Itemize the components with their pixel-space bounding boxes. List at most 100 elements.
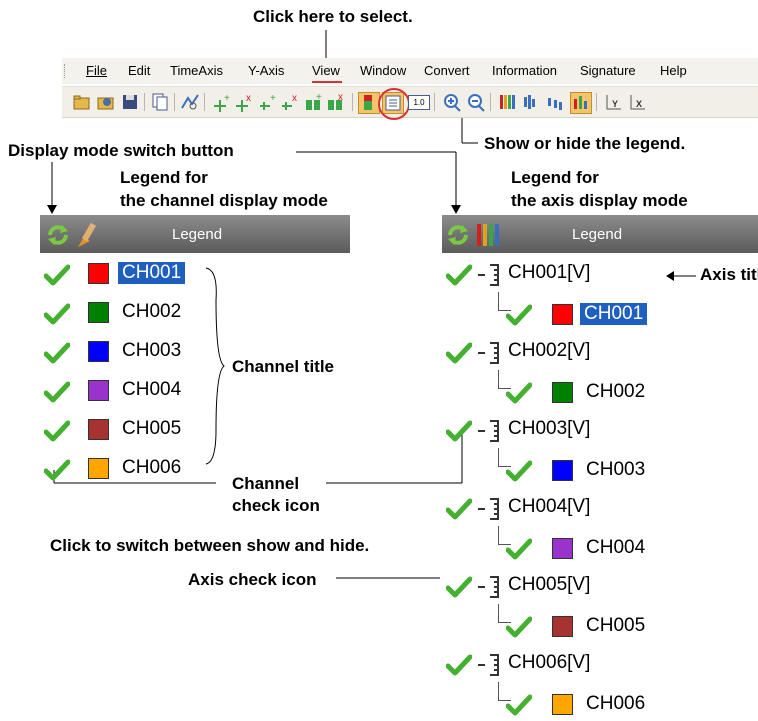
- channel-color-swatch[interactable]: [552, 616, 573, 637]
- channel-color-swatch[interactable]: [88, 263, 109, 284]
- axis-check-icon[interactable]: [445, 654, 473, 676]
- channel-color-swatch[interactable]: [552, 538, 573, 559]
- menu-signature[interactable]: Signature: [580, 63, 636, 78]
- open-folder-icon[interactable]: [72, 92, 92, 112]
- channel-label[interactable]: CH004: [122, 379, 181, 401]
- channel-check-icon[interactable]: [505, 616, 533, 638]
- bars-toggle-icon[interactable]: [570, 92, 592, 114]
- channel-check-icon[interactable]: [43, 264, 71, 286]
- channel-color-swatch[interactable]: [88, 380, 109, 401]
- callout-show-hide-legend: Show or hide the legend.: [484, 134, 686, 153]
- axis-title-label[interactable]: CH004[V]: [508, 496, 590, 518]
- svg-text:x: x: [246, 93, 251, 104]
- menu-window[interactable]: Window: [360, 63, 406, 78]
- delete-region-icon[interactable]: x: [326, 92, 346, 112]
- axis-icon: [476, 340, 506, 364]
- scale-value-label: 1.0: [408, 95, 430, 110]
- channel-check-icon[interactable]: [43, 459, 71, 481]
- channel-label[interactable]: CH003: [122, 340, 181, 362]
- axis-title-label[interactable]: CH006[V]: [508, 652, 590, 674]
- add-cursor-icon[interactable]: +: [212, 92, 232, 112]
- scale-value-icon[interactable]: 1.0: [408, 92, 430, 112]
- menu-help[interactable]: Help: [660, 63, 687, 78]
- channel-check-icon[interactable]: [43, 381, 71, 403]
- axis-bars-icon[interactable]: [474, 221, 500, 249]
- bars-icon[interactable]: [498, 92, 518, 112]
- add-region-icon[interactable]: +: [304, 92, 324, 112]
- menu-y-axis[interactable]: Y-Axis: [248, 63, 284, 78]
- axis-check-icon[interactable]: [445, 264, 473, 286]
- svg-text:+: +: [270, 93, 276, 104]
- legend-axis-header: Legend: [442, 215, 758, 253]
- axis-icon: [476, 496, 506, 520]
- channel-label[interactable]: CH006: [122, 457, 181, 479]
- axis-title-label[interactable]: CH002[V]: [508, 340, 590, 362]
- bars-alt-icon[interactable]: [522, 92, 542, 112]
- menu-bar: File Edit TimeAxis Y-Axis View Window Co…: [62, 58, 758, 84]
- axis-check-icon[interactable]: [445, 498, 473, 520]
- display-mode-switch-icon[interactable]: [446, 223, 470, 247]
- callout-legend-channel-line1: Legend for: [120, 168, 208, 187]
- x-axis-icon[interactable]: X: [628, 92, 648, 112]
- display-mode-switch-icon[interactable]: [46, 223, 70, 247]
- zoom-out-icon[interactable]: [466, 92, 486, 112]
- channel-color-swatch[interactable]: [552, 304, 573, 325]
- menu-timeaxis[interactable]: TimeAxis: [170, 63, 223, 78]
- delete-marker-icon[interactable]: x: [280, 92, 300, 112]
- channel-check-icon[interactable]: [505, 382, 533, 404]
- channel-label[interactable]: CH001: [578, 302, 649, 326]
- menu-information[interactable]: Information: [492, 63, 557, 78]
- channel-color-swatch[interactable]: [552, 382, 573, 403]
- channel-label[interactable]: CH004: [586, 537, 645, 559]
- channel-color-swatch[interactable]: [552, 694, 573, 715]
- toolbar-separator: [596, 93, 597, 111]
- brush-icon[interactable]: [74, 221, 100, 249]
- channel-label[interactable]: CH005: [586, 615, 645, 637]
- channel-label[interactable]: CH003: [586, 459, 645, 481]
- channel-color-swatch[interactable]: [88, 419, 109, 440]
- channel-check-icon[interactable]: [43, 420, 71, 442]
- find-icon[interactable]: [96, 92, 116, 112]
- add-marker-icon[interactable]: +: [258, 92, 278, 112]
- channel-color-swatch[interactable]: [552, 460, 573, 481]
- axis-check-icon[interactable]: [445, 342, 473, 364]
- channel-label[interactable]: CH002: [586, 381, 645, 403]
- y-axis-icon[interactable]: Y: [604, 92, 624, 112]
- channel-check-icon[interactable]: [43, 303, 71, 325]
- axis-title-label[interactable]: CH003[V]: [508, 418, 590, 440]
- zoom-tool-icon[interactable]: [180, 92, 200, 112]
- menu-file[interactable]: File: [86, 63, 107, 78]
- menu-edit[interactable]: Edit: [128, 63, 150, 78]
- menu-convert[interactable]: Convert: [424, 63, 470, 78]
- channel-label[interactable]: CH002: [122, 301, 181, 323]
- channel-check-icon[interactable]: [505, 460, 533, 482]
- axis-icon: [476, 574, 506, 598]
- delete-cursor-icon[interactable]: x: [234, 92, 254, 112]
- svg-text:+: +: [224, 93, 230, 104]
- zoom-in-icon[interactable]: [442, 92, 462, 112]
- axis-check-icon[interactable]: [445, 420, 473, 442]
- channel-color-swatch[interactable]: [88, 341, 109, 362]
- menu-view[interactable]: View: [312, 63, 342, 83]
- channel-color-swatch[interactable]: [88, 458, 109, 479]
- axis-title-label[interactable]: CH005[V]: [508, 574, 590, 596]
- bars-small-icon[interactable]: [546, 92, 566, 112]
- channel-check-icon[interactable]: [43, 342, 71, 364]
- channel-label[interactable]: CH005: [122, 418, 181, 440]
- svg-text:x: x: [292, 93, 297, 104]
- toolbar: + x + x + x 1.0 Y X: [62, 86, 758, 120]
- axis-icon: [476, 262, 506, 286]
- callout-axis-check: Axis check icon: [188, 570, 317, 589]
- channel-label[interactable]: CH001: [116, 261, 187, 285]
- channel-check-icon[interactable]: [505, 304, 533, 326]
- axis-title-label[interactable]: CH001[V]: [508, 262, 590, 284]
- menu-grip: [64, 64, 69, 78]
- axis-check-icon[interactable]: [445, 576, 473, 598]
- color-icon[interactable]: [358, 92, 380, 114]
- channel-check-icon[interactable]: [505, 694, 533, 716]
- copy-icon[interactable]: [150, 92, 170, 112]
- channel-color-swatch[interactable]: [88, 302, 109, 323]
- channel-label[interactable]: CH006: [586, 693, 645, 715]
- channel-check-icon[interactable]: [505, 538, 533, 560]
- save-icon[interactable]: [120, 92, 140, 112]
